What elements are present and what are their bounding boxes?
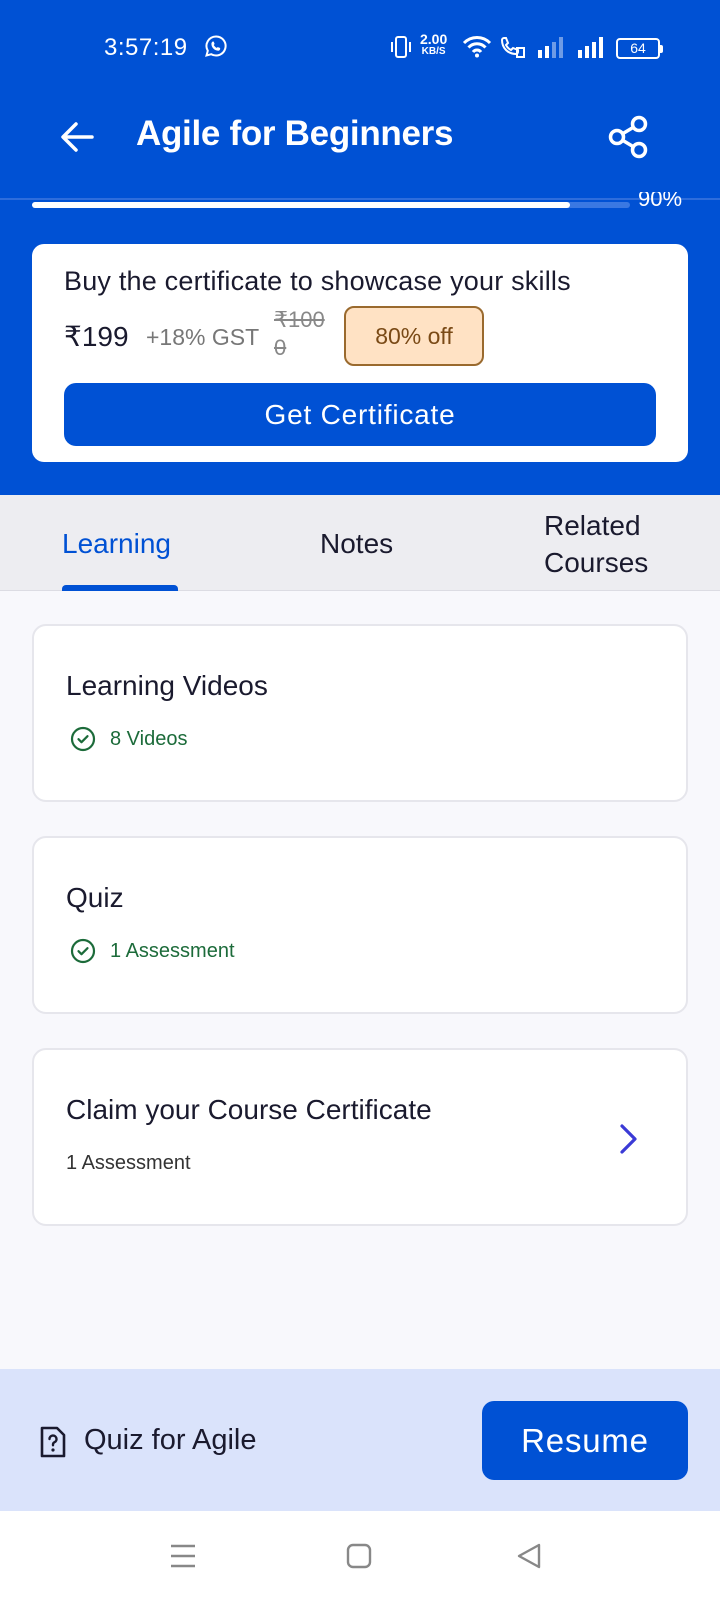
home-icon[interactable] <box>344 1541 374 1571</box>
module-subtitle: 1 Assessment <box>66 1152 191 1174</box>
top-section: 3:57:19 2.00 KB/S 64 Agile for Beginners… <box>0 0 720 495</box>
discount-badge: 80% off <box>344 306 484 366</box>
original-price: ₹1000 <box>274 307 325 360</box>
module-subtitle: 8 Videos <box>110 728 188 750</box>
certificate-price: ₹199 <box>64 321 129 352</box>
network-speed-unit: KB/S <box>421 46 446 57</box>
active-tab-indicator <box>62 585 178 591</box>
arrow-left-icon[interactable] <box>58 118 96 156</box>
check-circle-icon <box>70 938 96 964</box>
signal-icon <box>578 37 603 58</box>
tab-related-courses[interactable]: Related Courses <box>544 507 664 581</box>
wifi-icon <box>462 36 492 58</box>
current-item-label: Quiz for Agile <box>84 1424 257 1456</box>
header-divider <box>0 198 720 200</box>
whatsapp-icon <box>205 35 227 57</box>
share-icon[interactable] <box>606 114 650 160</box>
get-certificate-button[interactable]: Get Certificate <box>64 383 656 446</box>
system-nav-bar <box>0 1511 720 1600</box>
battery-icon: 64 <box>616 38 663 59</box>
status-time: 3:57:19 <box>104 34 188 61</box>
check-circle-icon <box>70 726 96 752</box>
course-progress-fill <box>32 202 571 208</box>
vibrate-icon <box>391 36 411 58</box>
gst-label: +18% GST <box>146 324 260 350</box>
module-card-learning-videos[interactable]: Learning Videos 8 Videos <box>32 624 688 802</box>
module-title: Claim your Course Certificate <box>66 1094 432 1125</box>
back-icon[interactable] <box>514 1541 544 1571</box>
course-progress-label: 90% <box>638 192 683 211</box>
course-progress-bar <box>32 202 630 208</box>
tab-learning[interactable]: Learning <box>62 528 171 560</box>
resume-button[interactable]: Resume <box>482 1401 688 1480</box>
bottom-bar: Quiz for Agile Resume <box>0 1369 720 1511</box>
network-speed-value: 2.00 <box>420 31 448 47</box>
certificate-card: Buy the certificate to showcase your ski… <box>32 244 688 462</box>
quiz-icon <box>40 1426 66 1458</box>
module-card-claim-certificate[interactable]: Claim your Course Certificate 1 Assessme… <box>32 1048 688 1226</box>
module-card-quiz[interactable]: Quiz 1 Assessment <box>32 836 688 1014</box>
tab-related-courses-label: Related Courses <box>544 510 649 578</box>
signal-icon <box>538 37 563 58</box>
tab-bar: Learning Notes Related Courses <box>0 495 720 591</box>
certificate-heading: Buy the certificate to showcase your ski… <box>64 266 571 296</box>
module-subtitle: 1 Assessment <box>110 940 235 962</box>
menu-icon[interactable] <box>168 1541 198 1571</box>
chevron-right-icon[interactable] <box>616 1122 640 1156</box>
module-title: Learning Videos <box>66 670 268 701</box>
status-bar: 3:57:19 2.00 KB/S 64 <box>0 0 720 96</box>
network-speed: 2.00 KB/S <box>420 31 448 57</box>
page-title: Agile for Beginners <box>136 114 454 153</box>
wifi-call-icon <box>500 37 525 58</box>
tab-notes[interactable]: Notes <box>320 528 393 560</box>
module-title: Quiz <box>66 882 124 913</box>
